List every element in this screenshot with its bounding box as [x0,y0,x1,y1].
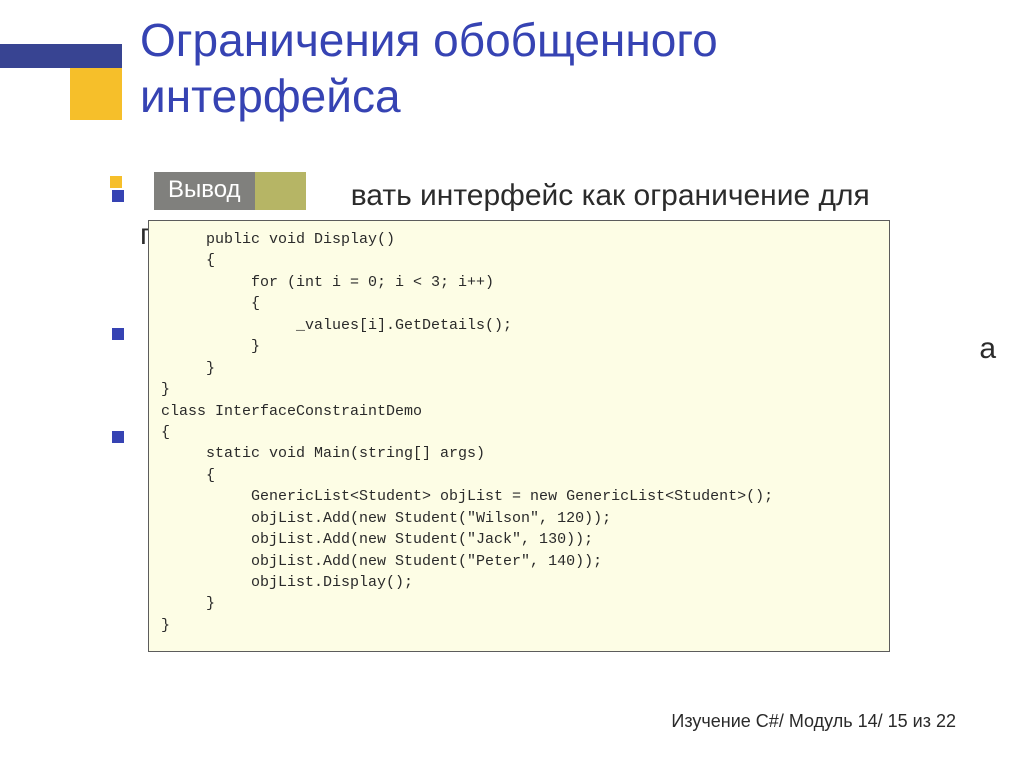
code-block: public void Display() { for (int i = 0; … [148,220,890,652]
bullet-1-frag: вать интерфейс как ограничение для [351,179,870,212]
slide-footer: Изучение C#/ Модуль 14/ 15 из 22 [671,711,956,732]
slide-root: Ограничения обобщенного интерфейса Вывод… [0,0,1024,768]
decor-blue-rect [0,44,122,68]
decor-yellow-square [70,68,122,120]
output-tag: Вывод [154,172,255,210]
bullet-marker-icon [112,190,124,202]
decor-block [0,44,122,124]
bullet-marker-icon [112,328,124,340]
stray-char: а [979,332,996,366]
tag-accent-rect [248,172,306,210]
bullet-marker-icon [112,431,124,443]
slide-title: Ограничения обобщенного интерфейса [140,0,980,124]
